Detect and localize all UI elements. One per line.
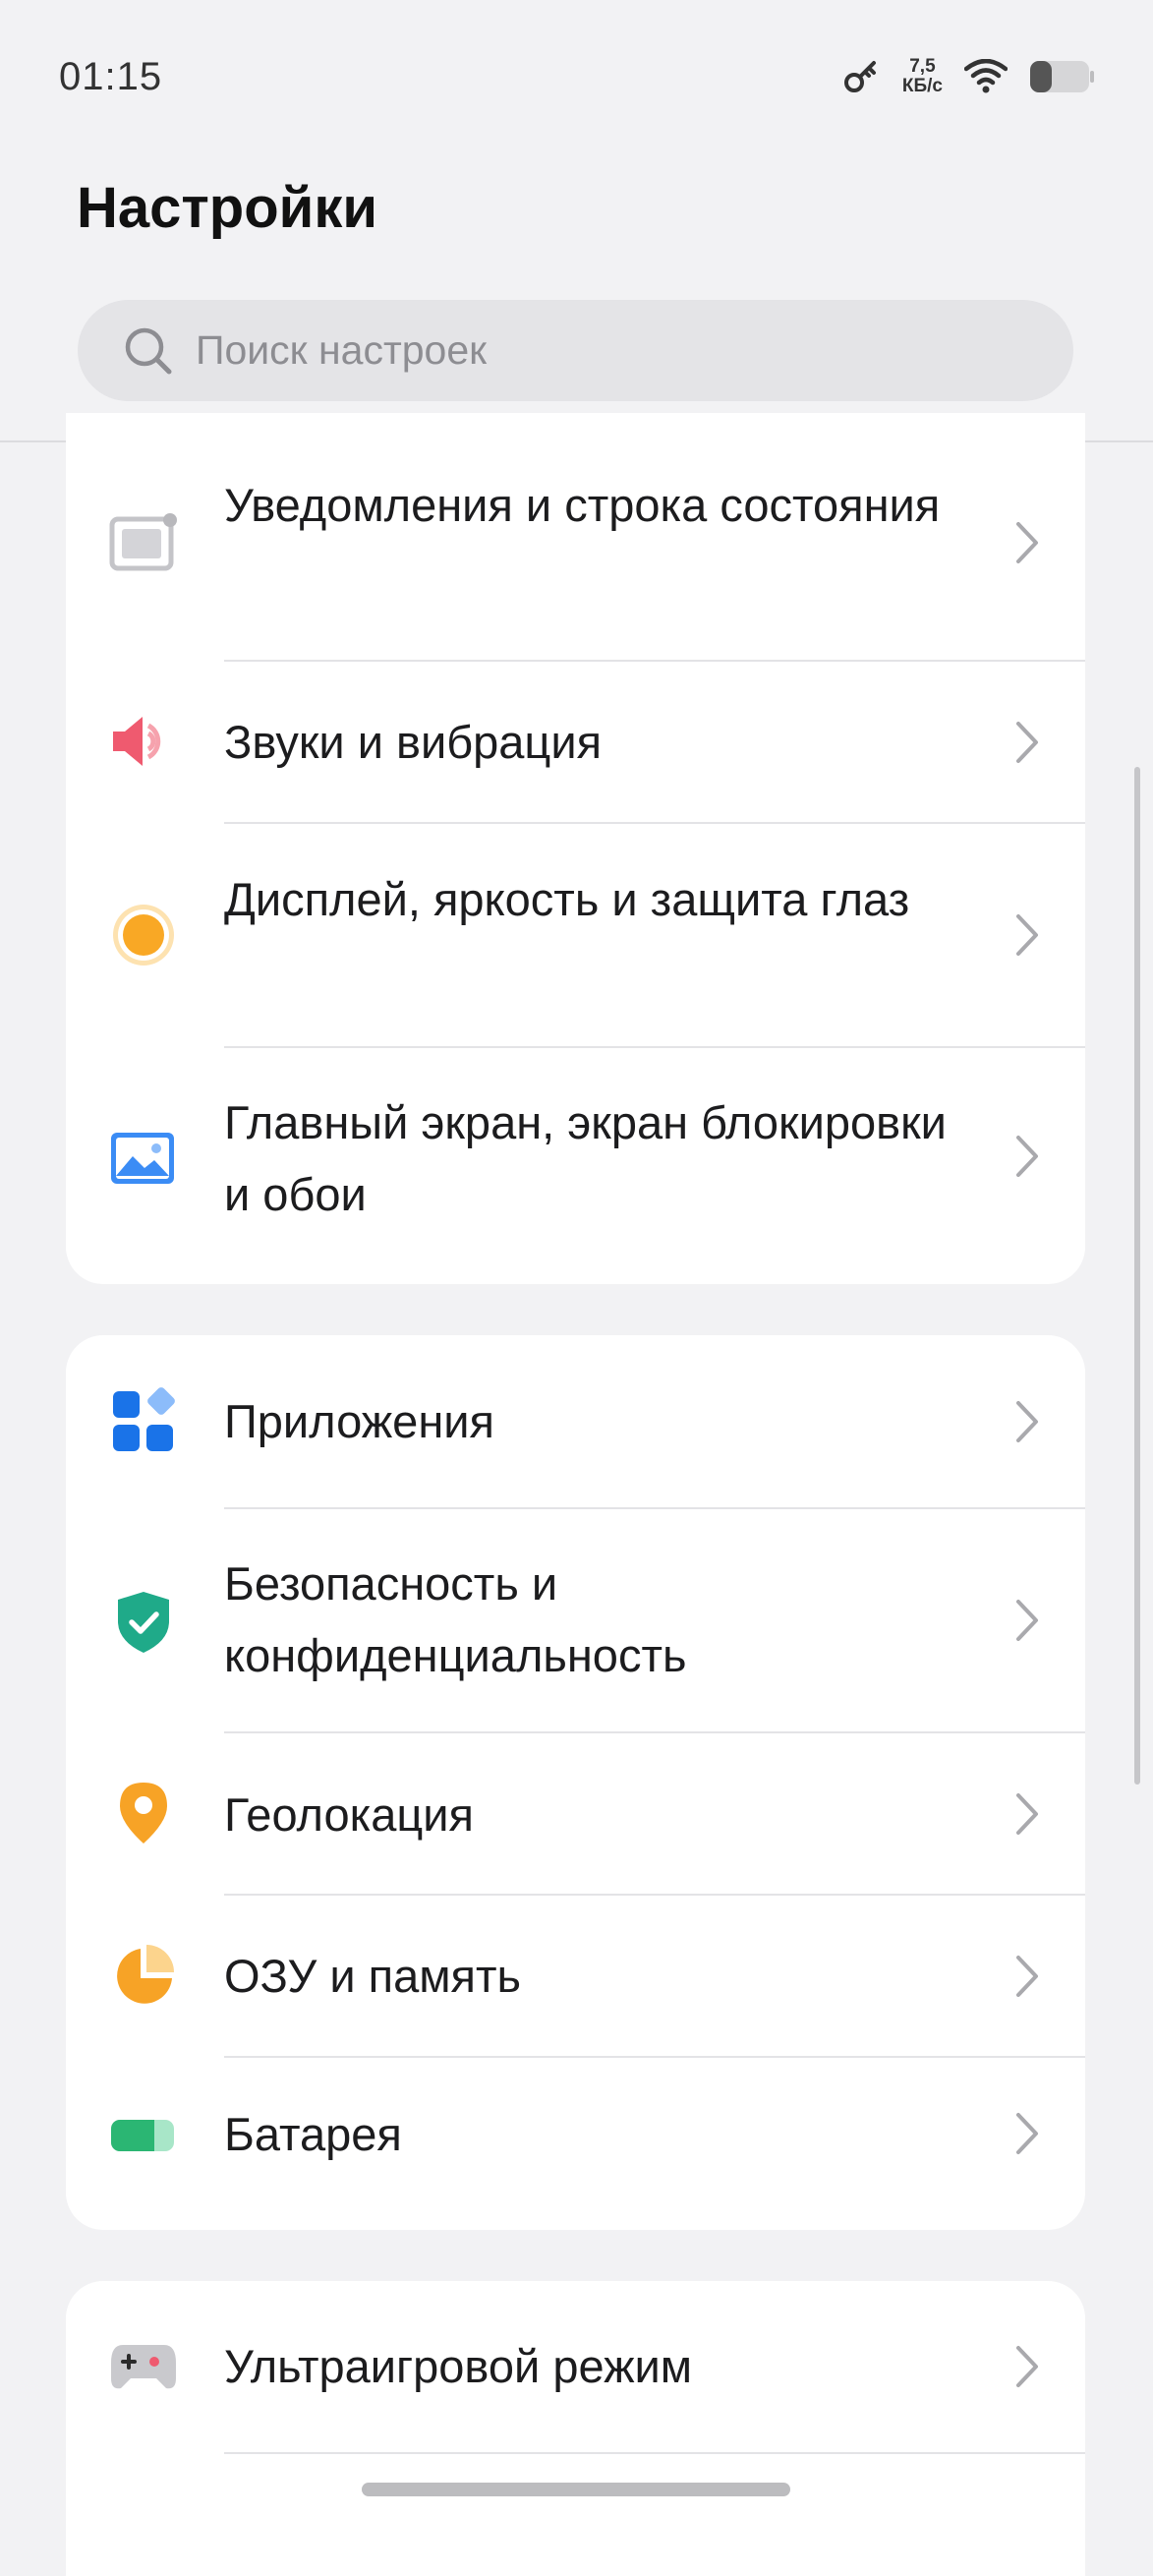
search-icon: [125, 327, 172, 374]
settings-item-label: Звуки и вибрация: [224, 716, 603, 768]
battery-setting-icon: [109, 2101, 178, 2170]
net-speed-value: 7,5: [909, 56, 936, 77]
home-indicator[interactable]: [362, 2483, 790, 2496]
gamepad-icon: [109, 2332, 178, 2401]
net-speed-unit: КБ/с: [901, 76, 943, 96]
chevron-right-icon: [1016, 1401, 1038, 1442]
wallpaper-icon: [109, 1124, 178, 1193]
chevron-right-icon: [1016, 914, 1038, 956]
chevron-right-icon: [1016, 2346, 1038, 2387]
storage-pie-icon: [109, 1941, 178, 2010]
settings-item-battery[interactable]: Батарея: [66, 2058, 1085, 2230]
status-time: 01:15: [59, 55, 163, 98]
location-pin-icon: [109, 1779, 178, 1847]
chevron-right-icon: [1016, 522, 1038, 563]
settings-item-label: Безопасность и конфиденциальность: [224, 1557, 687, 1681]
net-speed: 7,5 КБ/с: [902, 57, 943, 96]
search-input[interactable]: Поиск настроек: [78, 300, 1073, 401]
wifi-icon: [964, 59, 1008, 93]
settings-item-home-screen[interactable]: Главный экран, экран блокировки и обои: [66, 1048, 1085, 1284]
settings-group-extra: Ультраигровой режим: [66, 2281, 1085, 2576]
settings-item-location[interactable]: Геолокация: [66, 1733, 1085, 1894]
status-icons: 7,5 КБ/с: [841, 57, 1094, 96]
display-brightness-icon: [109, 901, 178, 969]
settings-item-label: Батарея: [224, 2108, 402, 2160]
settings-item-label: Приложения: [224, 1395, 494, 1447]
settings-item-game-mode[interactable]: Ультраигровой режим: [66, 2281, 1085, 2452]
security-shield-icon: [109, 1588, 178, 1657]
chevron-right-icon: [1016, 1600, 1038, 1641]
speaker-icon: [109, 707, 178, 776]
search-placeholder: Поиск настроек: [196, 327, 488, 373]
settings-group-display: Уведомления и строка состояния Звуки и в…: [66, 413, 1085, 1284]
settings-item-apps[interactable]: Приложения: [66, 1335, 1085, 1507]
chevron-right-icon: [1016, 1136, 1038, 1177]
notification-bar-icon: [109, 508, 178, 577]
page-title: Настройки: [77, 176, 378, 240]
settings-item-label: ОЗУ и память: [224, 1950, 522, 2002]
divider: [224, 2452, 1085, 2454]
chevron-right-icon: [1016, 1956, 1038, 1997]
settings-item-label: Дисплей, яркость и защита глаз: [224, 873, 910, 925]
battery-icon: [1030, 61, 1094, 92]
settings-item-label: Геолокация: [224, 1788, 475, 1841]
settings-group-system: Приложения Безопасность и конфиденциальн…: [66, 1335, 1085, 2230]
chevron-right-icon: [1016, 1793, 1038, 1835]
settings-item-sounds[interactable]: Звуки и вибрация: [66, 662, 1085, 822]
settings-item-notifications[interactable]: Уведомления и строка состояния: [66, 452, 1085, 633]
status-bar: 01:15 7,5 КБ/с: [0, 0, 1153, 157]
settings-item-display[interactable]: Дисплей, яркость и защита глаз: [66, 824, 1085, 1046]
chevron-right-icon: [1016, 722, 1038, 763]
settings-item-security[interactable]: Безопасность и конфиденциальность: [66, 1509, 1085, 1731]
settings-item-label: Ультраигровой режим: [224, 2340, 693, 2392]
settings-item-label: Уведомления и строка состояния: [224, 479, 941, 531]
chevron-right-icon: [1016, 2113, 1038, 2154]
settings-item-label: Главный экран, экран блокировки и обои: [224, 1096, 947, 1220]
apps-icon: [109, 1387, 178, 1456]
scrollbar[interactable]: [1134, 767, 1140, 1785]
settings-item-storage[interactable]: ОЗУ и память: [66, 1896, 1085, 2056]
key-icon: [843, 61, 876, 92]
